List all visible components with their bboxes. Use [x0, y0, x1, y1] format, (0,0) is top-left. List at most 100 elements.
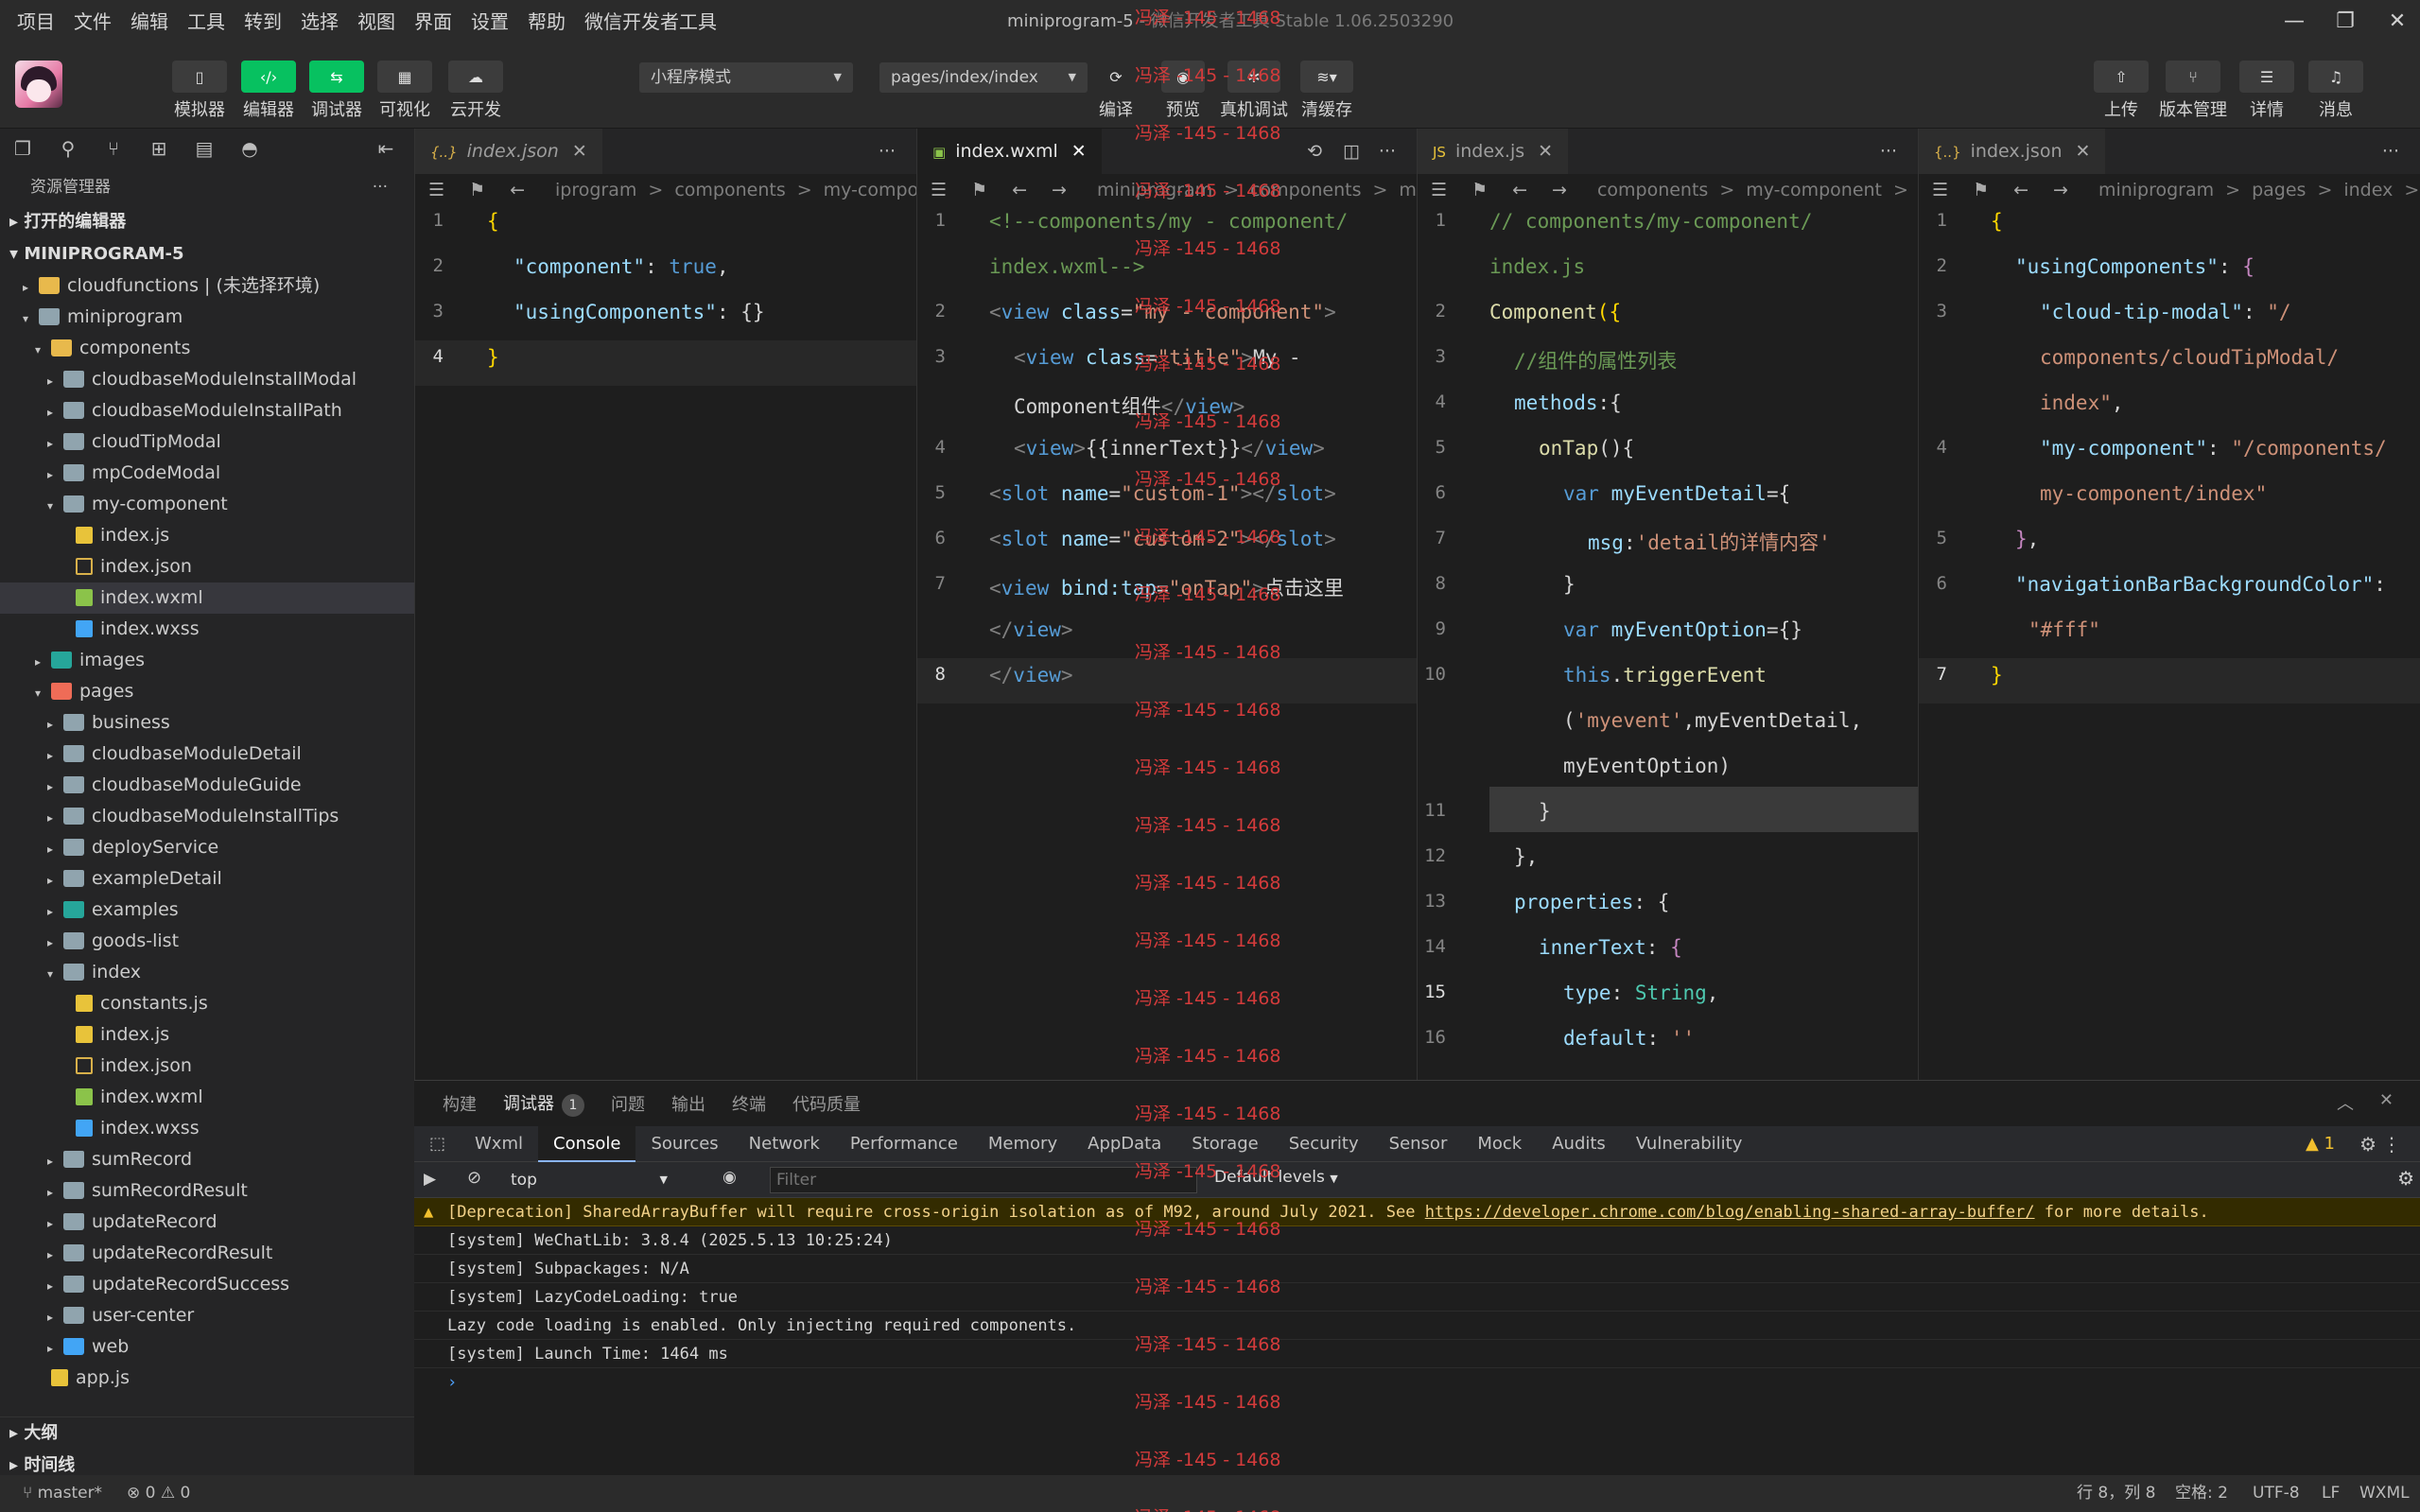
tab-terminal[interactable]: 终端	[732, 1091, 766, 1116]
bookmark-icon[interactable]: ⚑	[971, 180, 987, 200]
tree-item[interactable]: ▸ business	[0, 707, 414, 739]
extensions-icon[interactable]: ⊞	[136, 137, 182, 160]
warning-counter[interactable]: ▲ 1	[2306, 1134, 2335, 1154]
tree-item[interactable]: ▾ pages	[0, 676, 414, 707]
close-icon[interactable]: ✕	[1071, 141, 1087, 162]
tree-item[interactable]: ▸ cloudbaseModuleInstallModal	[0, 364, 414, 395]
tab-debugger[interactable]: 调试器 1	[503, 1090, 584, 1117]
git-branch[interactable]: ⑂ master*	[23, 1475, 102, 1512]
upload-button[interactable]: ⇧ 上传	[2094, 61, 2149, 121]
tree-item[interactable]: ▸ cloudbaseModuleInstallTips	[0, 801, 414, 832]
maximize-button[interactable]: ❐	[2326, 6, 2364, 38]
breadcrumb-item[interactable]: my-component	[1746, 180, 1882, 200]
devtools-tab[interactable]: Sources	[635, 1126, 733, 1162]
tab-index-wxml[interactable]: ▣ index.wxml ✕	[917, 129, 1102, 174]
menu-item[interactable]: 微信开发者工具	[575, 0, 726, 43]
breadcrumb-item[interactable]: index	[2343, 180, 2393, 200]
devtools-tab[interactable]: Console	[538, 1125, 636, 1162]
inspect-icon[interactable]: ⬚	[414, 1126, 460, 1162]
close-panel-icon[interactable]: ✕	[2379, 1090, 2394, 1110]
breadcrumb-item[interactable]: iprogram	[555, 180, 636, 200]
tree-item[interactable]: index.wxss	[0, 1113, 414, 1144]
messages-button[interactable]: ♫ 消息	[2308, 61, 2363, 121]
maximize-panel-icon[interactable]: ︿	[2337, 1090, 2354, 1115]
back-icon[interactable]: ←	[510, 180, 525, 200]
devtools-tab[interactable]: Memory	[973, 1126, 1072, 1162]
warning-link[interactable]: https://developer.chrome.com/blog/enabli…	[1425, 1203, 2035, 1222]
back-icon[interactable]: ←	[1012, 180, 1027, 200]
tab-problems[interactable]: 问题	[611, 1091, 645, 1116]
tree-item[interactable]: index.json	[0, 551, 414, 582]
devtools-tab[interactable]: Audits	[1537, 1126, 1621, 1162]
tree-item[interactable]: index.wxss	[0, 614, 414, 645]
back-icon[interactable]: ←	[1512, 180, 1527, 200]
sidebar-toggle-icon[interactable]: ▶	[424, 1170, 436, 1189]
more-icon[interactable]: ···	[1379, 129, 1396, 174]
tree-item[interactable]: constants.js	[0, 988, 414, 1019]
back-icon[interactable]: ←	[2013, 180, 2028, 200]
breadcrumb-item[interactable]: miniprogram	[2098, 180, 2214, 200]
clear-cache-button[interactable]: ≋▾ 清缓存	[1300, 61, 1353, 121]
tree-item[interactable]: ▸ cloudbaseModuleGuide	[0, 770, 414, 801]
source-control-icon[interactable]: ⑂	[91, 137, 136, 160]
tree-item[interactable]: ▸ cloudbaseModuleInstallPath	[0, 395, 414, 426]
breadcrumb-item[interactable]: components	[674, 180, 785, 200]
tree-item[interactable]: ▸ deployService	[0, 832, 414, 863]
list-icon[interactable]: ☰	[1932, 180, 1948, 200]
tree-item[interactable]: ▸ examples	[0, 895, 414, 926]
diff-icon[interactable]: ⟲	[1307, 129, 1322, 174]
tree-item[interactable]: ▸ updateRecordResult	[0, 1238, 414, 1269]
close-window-button[interactable]: ✕	[2378, 6, 2416, 38]
breadcrumb-path[interactable]: components>my-component>in	[1592, 180, 1918, 200]
cursor-position[interactable]: 行 8，列 8	[2077, 1475, 2155, 1512]
devtools-tab[interactable]: Vulnerability	[1621, 1126, 1758, 1162]
menu-item[interactable]: 工具	[178, 0, 235, 43]
breadcrumb-path[interactable]: iprogram > components > my-componen	[549, 180, 916, 200]
tree-item[interactable]: index.wxml	[0, 582, 414, 614]
open-editors-section[interactable]: ▸ 打开的编辑器	[0, 206, 414, 238]
devtools-tab[interactable]: Security	[1274, 1126, 1374, 1162]
breadcrumb-item[interactable]: my-com	[1399, 180, 1417, 200]
minimize-button[interactable]: —	[2275, 6, 2313, 38]
language-mode[interactable]: WXML	[2359, 1475, 2410, 1512]
more-icon[interactable]: ···	[879, 129, 896, 174]
tree-item[interactable]: app.js	[0, 1363, 414, 1394]
line-ending[interactable]: LF	[2322, 1475, 2340, 1512]
forward-icon[interactable]: →	[1552, 180, 1567, 200]
devtools-settings-icon[interactable]: ⚙	[2359, 1133, 2376, 1156]
devtools-tab[interactable]: AppData	[1072, 1126, 1176, 1162]
tree-item[interactable]: ▸ mpCodeModal	[0, 458, 414, 489]
tree-item[interactable]: ▾ miniprogram	[0, 302, 414, 333]
filter-input[interactable]	[770, 1167, 1197, 1193]
devtools-tab[interactable]: Network	[734, 1126, 835, 1162]
files-icon[interactable]: ❐	[0, 137, 45, 160]
tree-item[interactable]: ▸ cloudfunctions | (未选择环境)	[0, 270, 414, 302]
tree-item[interactable]: ▾ index	[0, 957, 414, 988]
storage-icon[interactable]: ▤	[182, 137, 227, 160]
more-icon[interactable]: ···	[373, 168, 388, 206]
context-select[interactable]: top ▼	[505, 1166, 675, 1194]
console-settings-icon[interactable]: ⚙	[2397, 1167, 2414, 1190]
devtools-tab[interactable]: Sensor	[1374, 1126, 1463, 1162]
breadcrumb-item[interactable]: my-componen	[824, 180, 916, 200]
tree-item[interactable]: ▸ sumRecordResult	[0, 1175, 414, 1207]
clear-console-icon[interactable]: ⊘	[467, 1168, 481, 1188]
breadcrumb-path[interactable]: miniprogram>pages>index>inc	[2093, 180, 2420, 200]
menu-item[interactable]: 视图	[348, 0, 405, 43]
close-icon[interactable]: ✕	[1538, 141, 1553, 162]
tab-output[interactable]: 输出	[671, 1091, 705, 1116]
tree-item[interactable]: ▾ components	[0, 333, 414, 364]
devtools-tab[interactable]: Storage	[1176, 1126, 1273, 1162]
tree-item[interactable]: ▸ updateRecordSuccess	[0, 1269, 414, 1300]
list-icon[interactable]: ☰	[931, 180, 947, 200]
split-editor-icon[interactable]: ◫	[1343, 129, 1360, 174]
menu-item[interactable]: 选择	[291, 0, 348, 43]
menu-item[interactable]: 项目	[0, 0, 64, 43]
more-icon[interactable]: ···	[1880, 129, 1897, 174]
forward-icon[interactable]: →	[1052, 180, 1067, 200]
cloud-dev-button[interactable]: ☁ 云开发	[448, 61, 503, 121]
menu-item[interactable]: 转到	[235, 0, 291, 43]
collapse-sidebar-icon[interactable]: ⇤	[363, 137, 409, 160]
bookmark-icon[interactable]: ⚑	[1471, 180, 1488, 200]
tab-index-json[interactable]: {..} index.json ✕	[415, 129, 602, 174]
